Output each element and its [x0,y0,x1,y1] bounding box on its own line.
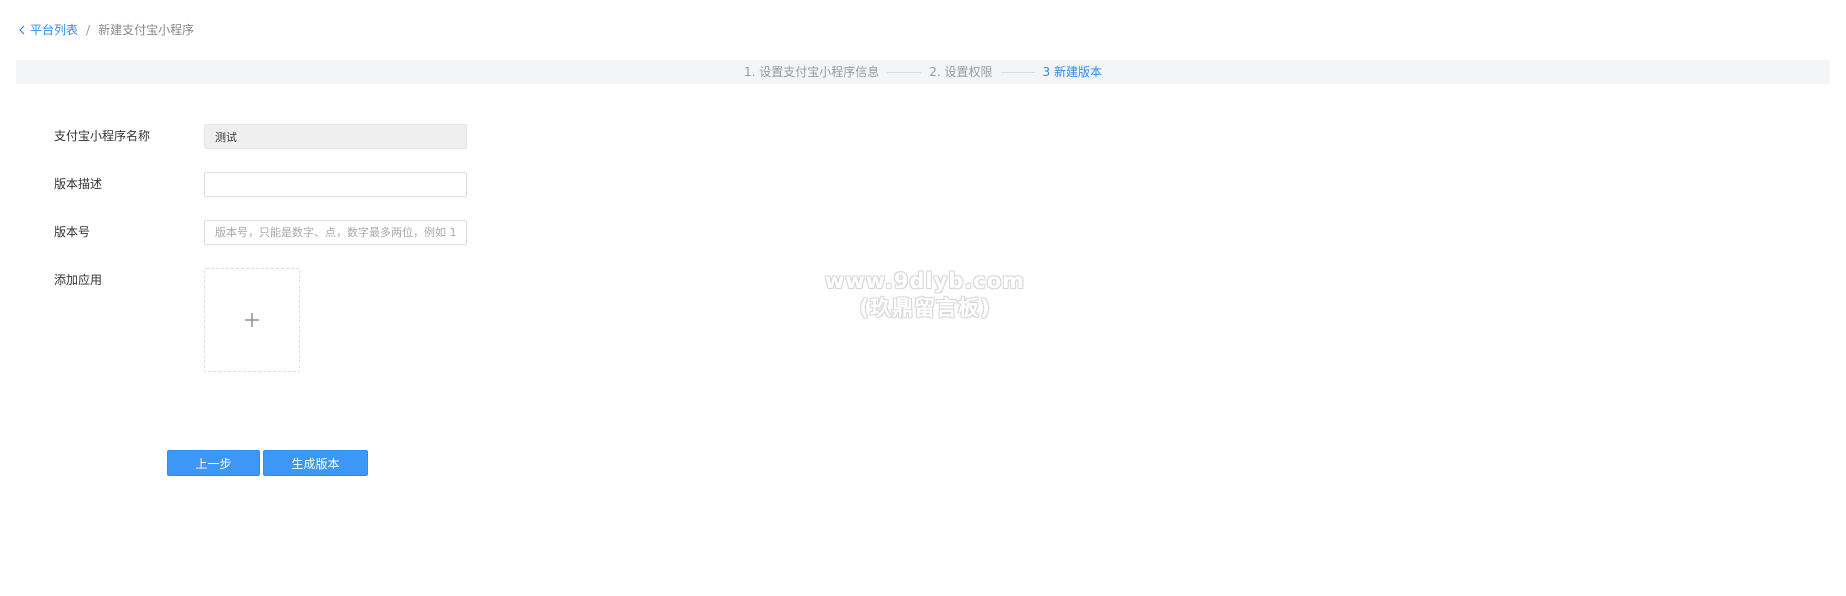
watermark-line2: (玖鼎留言板) [859,296,991,320]
plus-icon [245,313,259,327]
step-2: 2. 设置权限 [929,65,993,79]
breadcrumb: 平台列表 / 新建支付宝小程序 [18,22,194,38]
watermark: www.9dlyb.com (玖鼎留言板) [820,268,1030,322]
breadcrumb-separator: / [86,23,91,37]
page: 平台列表 / 新建支付宝小程序 1. 设置支付宝小程序信息 2. 设置权限 3 … [0,0,1846,596]
app-label: 添加应用 [54,273,103,287]
breadcrumb-back-link[interactable]: 平台列表 [18,22,78,38]
step-connector [1000,71,1035,73]
watermark-line1: www.9dlyb.com [824,269,1026,293]
form-row-version: 版本号 [54,220,467,245]
step-connector [887,71,922,73]
add-app-upload[interactable] [204,268,300,372]
version-label: 版本号 [54,225,91,239]
form-row-app: 添加应用 [54,268,300,372]
description-label: 版本描述 [54,177,103,191]
chevron-left-icon [19,25,25,35]
prev-step-button[interactable]: 上一步 [167,450,260,476]
form-row-description: 版本描述 [54,172,467,197]
name-label: 支付宝小程序名称 [54,129,151,143]
step-3: 3 新建版本 [1042,65,1102,79]
description-input[interactable] [204,172,467,197]
form-row-name: 支付宝小程序名称 [54,124,467,149]
version-input[interactable] [204,220,467,245]
step-1: 1. 设置支付宝小程序信息 [744,65,880,79]
breadcrumb-back-label: 平台列表 [30,23,79,37]
name-input [204,124,467,149]
generate-version-button[interactable]: 生成版本 [263,450,368,476]
steps-bar: 1. 设置支付宝小程序信息 2. 设置权限 3 新建版本 [16,60,1830,84]
breadcrumb-current: 新建支付宝小程序 [98,23,195,37]
